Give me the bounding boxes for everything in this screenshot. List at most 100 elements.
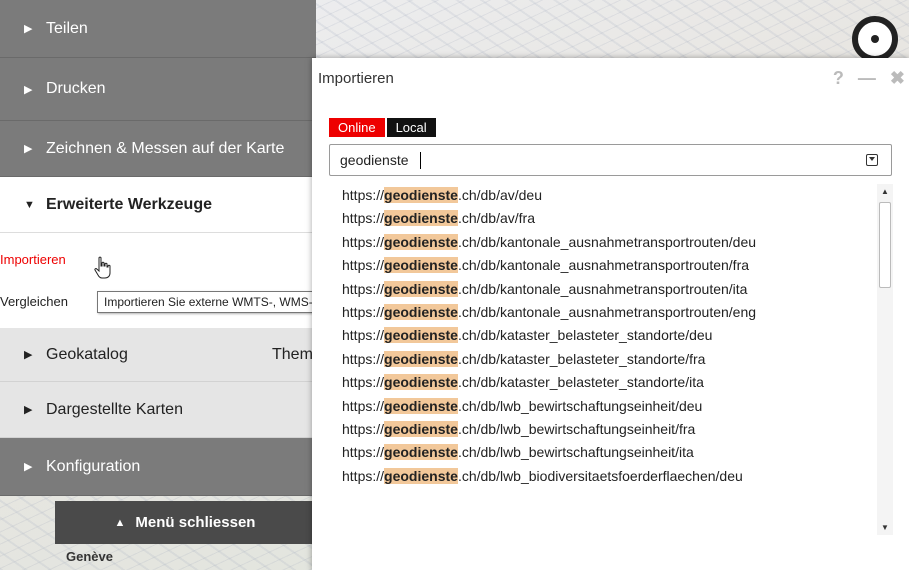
dialog-title: Importieren (318, 70, 394, 87)
suggestion-match-highlight: geodienste (384, 420, 458, 437)
compass-icon[interactable] (852, 16, 898, 62)
chevron-right-icon: ▶ (24, 143, 33, 155)
section-label: Teilen (46, 19, 88, 37)
results-scrollbar[interactable]: ▲ ▼ (877, 184, 893, 535)
suggestion-prefix: https:// (342, 210, 385, 227)
suggestion-item[interactable]: https://geodienste.ch/db/av/fra (329, 207, 892, 230)
suggestion-match-highlight: geodienste (384, 280, 458, 297)
suggestion-prefix: https:// (342, 350, 385, 367)
suggestion-suffix: .ch/db/lwb_bewirtschaftungseinheit/deu (457, 397, 703, 414)
suggestion-suffix: .ch/db/kataster_belasteter_standorte/fra (457, 350, 706, 367)
suggestion-item[interactable]: https://geodienste.ch/db/av/deu (329, 184, 892, 207)
suggestion-match-highlight: geodienste (384, 374, 458, 391)
url-input[interactable] (329, 144, 892, 176)
suggestion-suffix: .ch/db/lwb_biodiversitaetsfoerderflaeche… (457, 467, 743, 484)
suggestion-prefix: https:// (342, 467, 385, 484)
suggestion-prefix: https:// (342, 187, 385, 203)
section-zeichnen[interactable]: ▶ Zeichnen & Messen auf der Karte (0, 121, 316, 177)
chevron-right-icon: ▶ (24, 461, 33, 473)
scroll-up-icon[interactable]: ▲ (881, 187, 889, 196)
suggestion-suffix: .ch/db/kantonale_ausnahmetransportrouten… (457, 257, 750, 274)
suggestion-suffix: .ch/db/kataster_belasteter_standorte/deu (457, 327, 713, 344)
section-drucken[interactable]: ▶ Drucken (0, 58, 316, 121)
suggestion-prefix: https:// (342, 280, 385, 297)
section-teilen[interactable]: ▶ Teilen (0, 0, 316, 58)
import-dialog: Importieren ? — ✖ Online Local https://g… (312, 58, 909, 570)
suggestion-suffix: .ch/db/av/fra (457, 210, 535, 227)
section-erweiterte-werkzeuge[interactable]: ▼ Erweiterte Werkzeuge (0, 177, 316, 233)
hand-pointer-icon (94, 256, 111, 279)
tab-local[interactable]: Local (386, 118, 436, 137)
section-label: Zeichnen & Messen auf der Karte (46, 139, 285, 157)
suggestion-suffix: .ch/db/lwb_bewirtschaftungseinheit/ita (457, 444, 694, 461)
suggestion-match-highlight: geodienste (384, 257, 458, 274)
suggestion-item[interactable]: https://geodienste.ch/db/lwb_bewirtschaf… (329, 418, 892, 441)
dropdown-toggle-icon[interactable] (866, 154, 878, 166)
suggestion-prefix: https:// (342, 374, 385, 391)
suggestion-item[interactable]: https://geodienste.ch/db/kantonale_ausna… (329, 301, 892, 324)
chevron-up-icon: ▲ (114, 516, 126, 529)
suggestion-match-highlight: geodienste (384, 187, 458, 203)
suggestion-suffix: .ch/db/kantonale_ausnahmetransportrouten… (457, 303, 757, 320)
section-konfiguration[interactable]: ▶ Konfiguration (0, 438, 316, 496)
suggestion-item[interactable]: https://geodienste.ch/db/kataster_belast… (329, 348, 892, 371)
url-suggestion-list[interactable]: https://geodienste.ch/db/av/deu https://g… (329, 184, 892, 535)
suggestion-suffix: .ch/db/kataster_belasteter_standorte/ita (457, 374, 704, 391)
suggestion-suffix: .ch/db/kantonale_ausnahmetransportrouten… (457, 280, 748, 297)
section-geokatalog[interactable]: ▶ Geokatalog Them (0, 328, 316, 382)
tools-panel: Importieren Vergleichen (0, 233, 316, 328)
chevron-down-icon: ▼ (24, 198, 35, 211)
suggestion-item[interactable]: https://geodienste.ch/db/kantonale_ausna… (329, 231, 892, 254)
close-icon[interactable]: ✖ (890, 68, 905, 89)
suggestion-suffix: .ch/db/av/deu (457, 187, 542, 203)
suggestion-item[interactable]: https://geodienste.ch/db/lwb_bewirtschaf… (329, 441, 892, 464)
text-caret (420, 152, 421, 169)
suggestion-item[interactable]: https://geodienste.ch/db/kataster_belast… (329, 371, 892, 394)
suggestion-prefix: https:// (342, 397, 385, 414)
chevron-right-icon: ▶ (24, 23, 33, 35)
section-label: Erweiterte Werkzeuge (46, 195, 212, 213)
section-label: Geokatalog (46, 345, 128, 363)
suggestion-match-highlight: geodienste (384, 303, 458, 320)
suggestion-prefix: https:// (342, 420, 385, 437)
tab-online[interactable]: Online (329, 118, 385, 137)
suggestion-item[interactable]: https://geodienste.ch/db/kantonale_ausna… (329, 278, 892, 301)
suggestion-match-highlight: geodienste (384, 467, 458, 484)
suggestion-match-highlight: geodienste (384, 327, 458, 344)
suggestion-match-highlight: geodienste (384, 397, 458, 414)
sidebar-menu: ▶ Teilen ▶ Drucken ▶ Zeichnen & Messen a… (0, 0, 316, 570)
suggestion-item[interactable]: https://geodienste.ch/db/lwb_biodiversit… (329, 465, 892, 488)
suggestion-item[interactable]: https://geodienste.ch/db/lwb_bewirtschaf… (329, 395, 892, 418)
close-menu-label: Menü schliessen (135, 514, 256, 531)
help-icon[interactable]: ? (833, 68, 844, 89)
suggestion-prefix: https:// (342, 257, 385, 274)
suggestion-prefix: https:// (342, 444, 385, 461)
close-menu-button[interactable]: ▲ Menü schliessen (55, 501, 315, 544)
chevron-right-icon: ▶ (24, 83, 33, 96)
chevron-right-icon: ▶ (24, 349, 33, 361)
section-label: Konfiguration (46, 457, 141, 475)
suggestion-match-highlight: geodienste (384, 350, 458, 367)
suggestion-match-highlight: geodienste (384, 444, 458, 461)
section-label: Dargestellte Karten (46, 400, 183, 418)
source-tabs: Online Local (329, 118, 436, 137)
section-label: Drucken (46, 80, 106, 97)
chevron-right-icon: ▶ (24, 404, 33, 416)
scroll-down-icon[interactable]: ▼ (881, 523, 889, 532)
suggestion-prefix: https:// (342, 327, 385, 344)
suggestion-suffix: .ch/db/kantonale_ausnahmetransportrouten… (457, 233, 757, 250)
suggestion-item[interactable]: https://geodienste.ch/db/kantonale_ausna… (329, 254, 892, 277)
suggestion-prefix: https:// (342, 303, 385, 320)
dialog-controls: ? — ✖ (833, 68, 905, 89)
section-dargestellte-karten[interactable]: ▶ Dargestellte Karten (0, 382, 316, 438)
tool-importieren-link[interactable]: Importieren (0, 252, 66, 267)
minimize-icon[interactable]: — (858, 68, 876, 89)
suggestion-match-highlight: geodienste (384, 210, 458, 227)
suggestion-item[interactable]: https://geodienste.ch/db/kataster_belast… (329, 324, 892, 347)
section-extra: Them (272, 345, 313, 363)
scroll-thumb[interactable] (879, 202, 891, 288)
suggestion-prefix: https:// (342, 233, 385, 250)
suggestion-suffix: .ch/db/lwb_bewirtschaftungseinheit/fra (457, 420, 696, 437)
suggestion-match-highlight: geodienste (384, 233, 458, 250)
tool-vergleichen-link[interactable]: Vergleichen (0, 294, 68, 309)
